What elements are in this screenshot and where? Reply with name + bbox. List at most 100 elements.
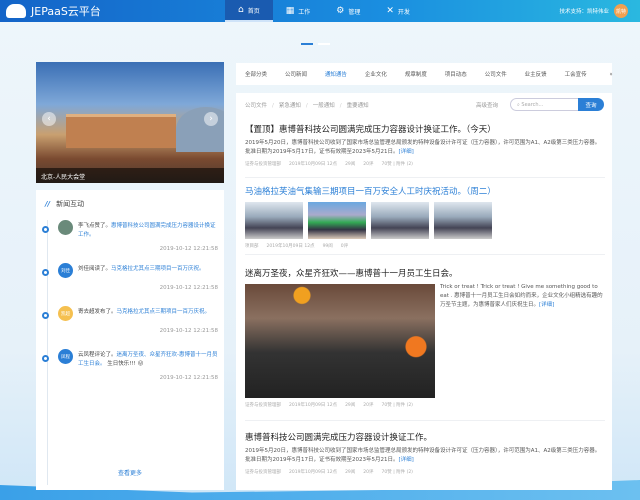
search-placeholder: Search... [521,102,544,108]
avatar[interactable]: 凯超 [58,306,73,321]
news-time: 2019-10-12 12:21:58 [159,246,218,252]
next-arrow-icon[interactable]: › [204,112,218,126]
nav-label: 开发 [397,8,410,16]
article-text: 2019年5月20日，惠博普科技公司收到了国家市场总监管理总局颁发的特种设备设计… [245,448,601,463]
article-body: 2019年5月20日，惠博普科技公司收到了国家市场总监管理总局颁发的特种设备设计… [245,139,605,157]
meta-field: 2019年10月09日 12点 [289,162,338,167]
news-text: 李飞点赞了。惠博普科技公司圆满完成压力容器设计换证工作。 [78,222,218,240]
grid-icon: ▦ [285,6,295,16]
meta-field: 项目部 [245,244,259,249]
meta-field: 20评 [363,470,374,475]
category-tab[interactable]: 规章制度 [405,70,445,78]
main-nav: ⌂ 首页 ▦ 工作 ⚙ 管理 ✕ 开发 [225,0,423,22]
article-title[interactable]: 迷离万圣夜，众星齐狂欢——惠博普十一月员工生日会。 [245,267,605,279]
meta-field: 29阅 [345,470,356,475]
category-tab[interactable]: 项目动态 [445,70,485,78]
filter-crumbs: 公司文件 / 紧急通知 / 一般通知 / 重要通知 [245,103,369,109]
filter-link[interactable]: 紧急通知 [279,103,301,109]
filter-link[interactable]: 公司文件 [245,103,267,109]
article-text: 2019年5月20日，惠博普科技公司收到了国家市场总监管理总局颁发的特种设备设计… [245,140,601,155]
category-tab[interactable]: 公司文件 [485,70,525,78]
timeline-line [47,220,48,485]
banner-pager [301,43,330,45]
news-link[interactable]: 马克格拉尤其点三期项目一百万庆祝。 [117,309,211,315]
advanced-search-link[interactable]: 高级查询 [476,101,498,109]
nav-home[interactable]: ⌂ 首页 [225,0,273,22]
thumbnail-image[interactable] [245,202,303,239]
filter-link[interactable]: 重要通知 [347,103,369,109]
meta-field: 29阅 [345,162,356,167]
meta-field: 99阅 [322,244,333,249]
thumbnail-image[interactable] [308,202,366,239]
timeline-dot-icon [42,269,49,276]
panel-title: // 新闻互动 [45,199,84,209]
prev-arrow-icon[interactable]: ‹ [42,112,56,126]
article-text: Trick or treat ! Trick or treat ! Give m… [440,284,603,308]
meta-field: 2019年10月09日 12点 [289,403,338,408]
article-meta: 项目部 2019年10月09日 12点 99阅 0评 [245,243,605,249]
meta-field: 20评 [363,162,374,167]
news-time: 2019-10-12 12:21:58 [159,375,218,381]
article-title[interactable]: 【置顶】惠博普科技公司圆满完成压力容器设计换证工作。（今天） [245,123,605,135]
article-meta: 证券与投资管理部 2019年10月09日 12点 29阅 20评 70赞 | 附件 (2… [245,161,605,167]
article-photo[interactable] [245,284,435,398]
category-tab[interactable]: 企业文化 [365,70,405,78]
search-input[interactable]: ⌕ Search... [510,98,582,111]
article-title[interactable]: 马油格拉芙油气集输三期项目一百万安全人工时庆祝活动。（周二） [245,185,605,197]
news-actor: 云凤程评论了。 [78,352,117,358]
article-item: 惠博普科技公司圆满完成压力容器设计换证工作。 2019年5月20日，惠博普科技公… [245,431,605,486]
nav-manage[interactable]: ⚙ 管理 [323,0,373,22]
meta-field: 70赞 | 附件 (2) [381,470,413,475]
meta-field: 2019年10月09日 12点 [289,470,338,475]
category-tab[interactable]: 通知通告 [325,70,365,78]
detail-link[interactable]: [详细] [399,457,414,463]
category-tab[interactable]: 全部分类 [245,70,285,78]
category-tab[interactable]: 业主反馈 [525,70,565,78]
support-text: 技术支持：凯特伟业 [559,9,609,15]
avatar[interactable]: 刘佳 [58,263,73,278]
filter-link[interactable]: 一般通知 [313,103,335,109]
news-actor: 刘佳阅读了。 [78,266,112,272]
thumbnail-image[interactable] [371,202,429,239]
user-avatar[interactable]: 凯特 [614,4,628,18]
nav-dev[interactable]: ✕ 开发 [373,0,423,22]
news-actor: 李飞点赞了。 [78,223,112,229]
news-interaction-panel: // 新闻互动 李飞点赞了。惠博普科技公司圆满完成压力容器设计换证工作。 2019… [36,190,224,490]
view-more-link[interactable]: 查看更多 [36,468,224,477]
news-link[interactable]: 马克格拉尤其点三期项目一百万庆祝。 [111,266,205,272]
timeline-dot-icon [42,226,49,233]
carousel-image-dome [176,107,224,152]
meta-field: 0评 [340,244,349,249]
nav-work[interactable]: ▦ 工作 [273,0,324,22]
detail-link[interactable]: [详细] [399,149,414,155]
top-header: JEPaaS云平台 ⌂ 首页 ▦ 工作 ⚙ 管理 ✕ 开发 技术支持：凯特伟业 凯特 [0,0,640,22]
category-tab[interactable]: 工会宣传 [565,70,605,78]
category-tab[interactable]: 公司新闻 [285,70,325,78]
nav-label: 管理 [348,8,361,16]
news-extra: 生日快乐!!! 😜 [107,361,144,367]
meta-field: 证券与投资管理部 [245,403,281,408]
article-item: 迷离万圣夜，众星齐狂欢——惠博普十一月员工生日会。 Trick or treat… [245,267,605,421]
article-item: 马油格拉芙油气集输三期项目一百万安全人工时庆祝活动。（周二） 项目部 2019年1… [245,185,605,255]
news-text: 寄去超发布了。马克格拉尤其点三期项目一百万庆祝。 [78,308,218,317]
timeline-dot-icon [42,312,49,319]
search-button[interactable]: 查询 [578,98,604,111]
thumbnail-image[interactable] [434,202,492,239]
image-carousel[interactable]: ‹ › 北京-人民大会堂 [36,62,224,183]
news-time: 2019-10-12 12:21:58 [159,328,218,334]
avatar[interactable] [58,220,73,235]
app-logo[interactable]: JEPaaS云平台 [6,3,101,19]
article-panel: 公司文件 / 紧急通知 / 一般通知 / 重要通知 高级查询 ⌕ Search... 查询 … [236,93,612,490]
detail-link[interactable]: [详细] [539,302,554,308]
article-title[interactable]: 惠博普科技公司圆满完成压力容器设计换证工作。 [245,431,605,443]
pager-dot[interactable] [301,43,313,45]
avatar[interactable]: 凤程 [58,349,73,364]
pager-dot[interactable] [318,43,330,45]
meta-field: 29阅 [345,403,356,408]
news-time: 2019-10-12 12:21:58 [159,285,218,291]
news-text: 刘佳阅读了。马克格拉尤其点三期项目一百万庆祝。 [78,265,218,274]
expand-chevron-icon[interactable]: » [607,72,613,75]
title-marker-icon: // [45,200,51,208]
gear-icon: ⚙ [336,6,345,16]
home-icon: ⌂ [238,5,244,15]
